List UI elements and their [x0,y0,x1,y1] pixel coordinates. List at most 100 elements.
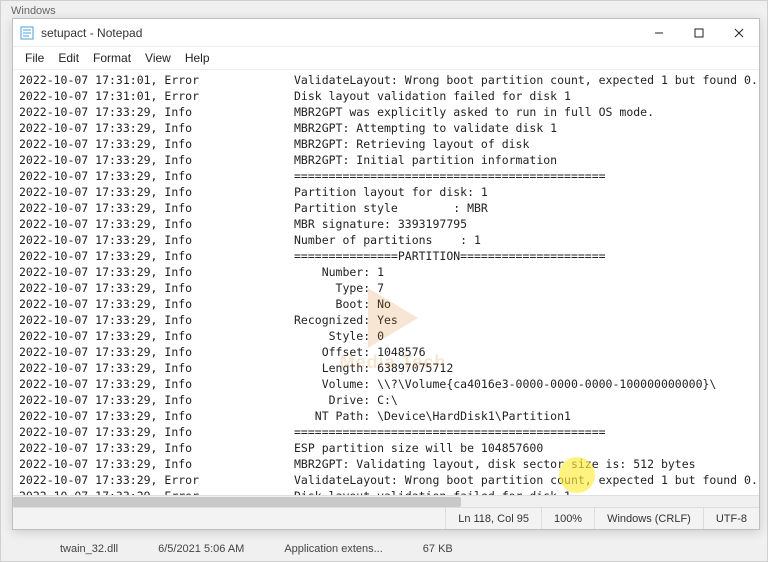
statusbar: Ln 118, Col 95 100% Windows (CRLF) UTF-8 [13,507,759,529]
log-message: ========================================… [294,424,759,440]
log-message: Number of partitions : 1 [294,232,759,248]
log-timestamp: 2022-10-07 17:33:29, Info [19,200,294,216]
log-message: MBR2GPT: Initial partition information [294,152,759,168]
log-line[interactable]: 2022-10-07 17:33:29, InfoESP partition s… [19,440,759,456]
log-message: Type: 7 [294,280,759,296]
log-timestamp: 2022-10-07 17:33:29, Info [19,232,294,248]
log-timestamp: 2022-10-07 17:33:29, Info [19,264,294,280]
menu-edit[interactable]: Edit [52,49,85,67]
log-timestamp: 2022-10-07 17:33:29, Info [19,280,294,296]
explorer-file-row[interactable]: twain_32.dll 6/5/2021 5:06 AM Applicatio… [60,538,748,560]
log-timestamp: 2022-10-07 17:33:29, Info [19,376,294,392]
log-message: Drive: C:\ [294,392,759,408]
log-line[interactable]: 2022-10-07 17:33:29, Info Drive: C:\ [19,392,759,408]
log-line[interactable]: 2022-10-07 17:33:29, Info Volume: \\?\Vo… [19,376,759,392]
minimize-button[interactable] [639,19,679,46]
log-timestamp: 2022-10-07 17:33:29, Info [19,248,294,264]
log-message: MBR signature: 3393197795 [294,216,759,232]
log-line[interactable]: 2022-10-07 17:33:29, InfoMBR2GPT: Retrie… [19,136,759,152]
log-line[interactable]: 2022-10-07 17:33:29, InfoMBR signature: … [19,216,759,232]
log-message: ===============PARTITION================… [294,248,759,264]
log-line[interactable]: 2022-10-07 17:33:29, Info Type: 7 [19,280,759,296]
log-message: Partition style : MBR [294,200,759,216]
log-line[interactable]: 2022-10-07 17:33:29, Info NT Path: \Devi… [19,408,759,424]
log-timestamp: 2022-10-07 17:33:29, Error [19,472,294,488]
menu-format[interactable]: Format [87,49,137,67]
log-line[interactable]: 2022-10-07 17:33:29, ErrorDisk layout va… [19,488,759,495]
log-timestamp: 2022-10-07 17:31:01, Error [19,88,294,104]
log-timestamp: 2022-10-07 17:33:29, Info [19,136,294,152]
log-line[interactable]: 2022-10-07 17:33:29, InfoMBR2GPT: Valida… [19,456,759,472]
log-line[interactable]: 2022-10-07 17:33:29, InfoRecognized: Yes [19,312,759,328]
log-message: ESP partition size will be 104857600 [294,440,759,456]
log-timestamp: 2022-10-07 17:33:29, Info [19,184,294,200]
notepad-icon [19,25,35,41]
log-timestamp: 2022-10-07 17:33:29, Info [19,216,294,232]
explorer-type: Application extens... [284,543,382,555]
log-timestamp: 2022-10-07 17:33:29, Error [19,488,294,495]
log-message: ========================================… [294,168,759,184]
status-eol: Windows (CRLF) [594,508,703,529]
log-message: Recognized: Yes [294,312,759,328]
window-title: setupact - Notepad [41,26,639,40]
log-message: Disk layout validation failed for disk 1 [294,488,759,495]
log-message: MBR2GPT: Validating layout, disk sector … [294,456,759,472]
log-line[interactable]: 2022-10-07 17:33:29, Info===============… [19,424,759,440]
log-line[interactable]: 2022-10-07 17:33:29, InfoNumber of parti… [19,232,759,248]
log-timestamp: 2022-10-07 17:33:29, Info [19,120,294,136]
log-line[interactable]: 2022-10-07 17:33:29, InfoMBR2GPT: Initia… [19,152,759,168]
status-zoom[interactable]: 100% [541,508,594,529]
log-message: Length: 63897075712 [294,360,759,376]
horizontal-scrollbar[interactable] [13,495,759,507]
log-line[interactable]: 2022-10-07 17:33:29, Info===============… [19,168,759,184]
log-message: ValidateLayout: Wrong boot partition cou… [294,472,759,488]
explorer-filename: twain_32.dll [60,543,118,555]
text-area-container: 2022-10-07 17:31:01, Error ValidateLayout… [13,70,759,507]
menu-file[interactable]: File [19,49,50,67]
window-controls [639,19,759,46]
log-line[interactable]: 2022-10-07 17:33:29, InfoPartition layou… [19,184,759,200]
log-message: Offset: 1048576 [294,344,759,360]
log-timestamp: 2022-10-07 17:33:29, Info [19,104,294,120]
scrollbar-thumb[interactable] [13,497,461,507]
log-timestamp: 2022-10-07 17:33:29, Info [19,456,294,472]
log-timestamp: 2022-10-07 17:33:29, Info [19,392,294,408]
log-line[interactable]: 2022-10-07 17:33:29, InfoPartition style… [19,200,759,216]
log-line[interactable]: 2022-10-07 17:33:29, Info Length: 638970… [19,360,759,376]
maximize-button[interactable] [679,19,719,46]
log-message: NT Path: \Device\HardDisk1\Partition1 [294,408,759,424]
close-button[interactable] [719,19,759,46]
log-message: Style: 0 [294,328,759,344]
log-line[interactable]: 2022-10-07 17:33:29, Info Style: 0 [19,328,759,344]
log-timestamp: 2022-10-07 17:33:29, Info [19,360,294,376]
status-position: Ln 118, Col 95 [445,508,541,529]
menu-view[interactable]: View [139,49,177,67]
log-line[interactable]: 2022-10-07 17:31:01, ErrorDisk layout va… [19,88,759,104]
status-encoding: UTF-8 [703,508,759,529]
status-spacer [13,508,445,529]
menubar: File Edit Format View Help [13,47,759,70]
log-message: MBR2GPT: Attempting to validate disk 1 [294,120,759,136]
text-area[interactable]: 2022-10-07 17:31:01, Error ValidateLayout… [13,70,759,495]
titlebar[interactable]: setupact - Notepad [13,19,759,47]
explorer-date: 6/5/2021 5:06 AM [158,543,244,555]
log-line[interactable]: 2022-10-07 17:33:29, InfoMBR2GPT: Attemp… [19,120,759,136]
background-window-title: Windows [1,1,767,17]
log-line[interactable]: 2022-10-07 17:33:29, Info Boot: No [19,296,759,312]
log-message: Partition layout for disk: 1 [294,184,759,200]
log-timestamp: 2022-10-07 17:33:29, Info [19,408,294,424]
log-timestamp: 2022-10-07 17:33:29, Info [19,296,294,312]
log-message: MBR2GPT was explicitly asked to run in f… [294,104,759,120]
log-line[interactable]: 2022-10-07 17:33:29, Info Number: 1 [19,264,759,280]
log-line[interactable]: 2022-10-07 17:33:29, Info Offset: 104857… [19,344,759,360]
log-line[interactable]: 2022-10-07 17:33:29, InfoMBR2GPT was exp… [19,104,759,120]
menu-help[interactable]: Help [179,49,216,67]
log-line[interactable]: 2022-10-07 17:33:29, Info===============… [19,248,759,264]
log-line[interactable]: 2022-10-07 17:33:29, ErrorValidateLayout… [19,472,759,488]
log-line[interactable]: 2022-10-07 17:31:01, ErrorValidateLayout… [19,72,759,88]
log-timestamp: 2022-10-07 17:33:29, Info [19,312,294,328]
log-timestamp: 2022-10-07 17:33:29, Info [19,168,294,184]
log-message: Volume: \\?\Volume{ca4016e3-0000-0000-00… [294,376,759,392]
explorer-size: 67 KB [423,543,453,555]
log-timestamp: 2022-10-07 17:33:29, Info [19,424,294,440]
